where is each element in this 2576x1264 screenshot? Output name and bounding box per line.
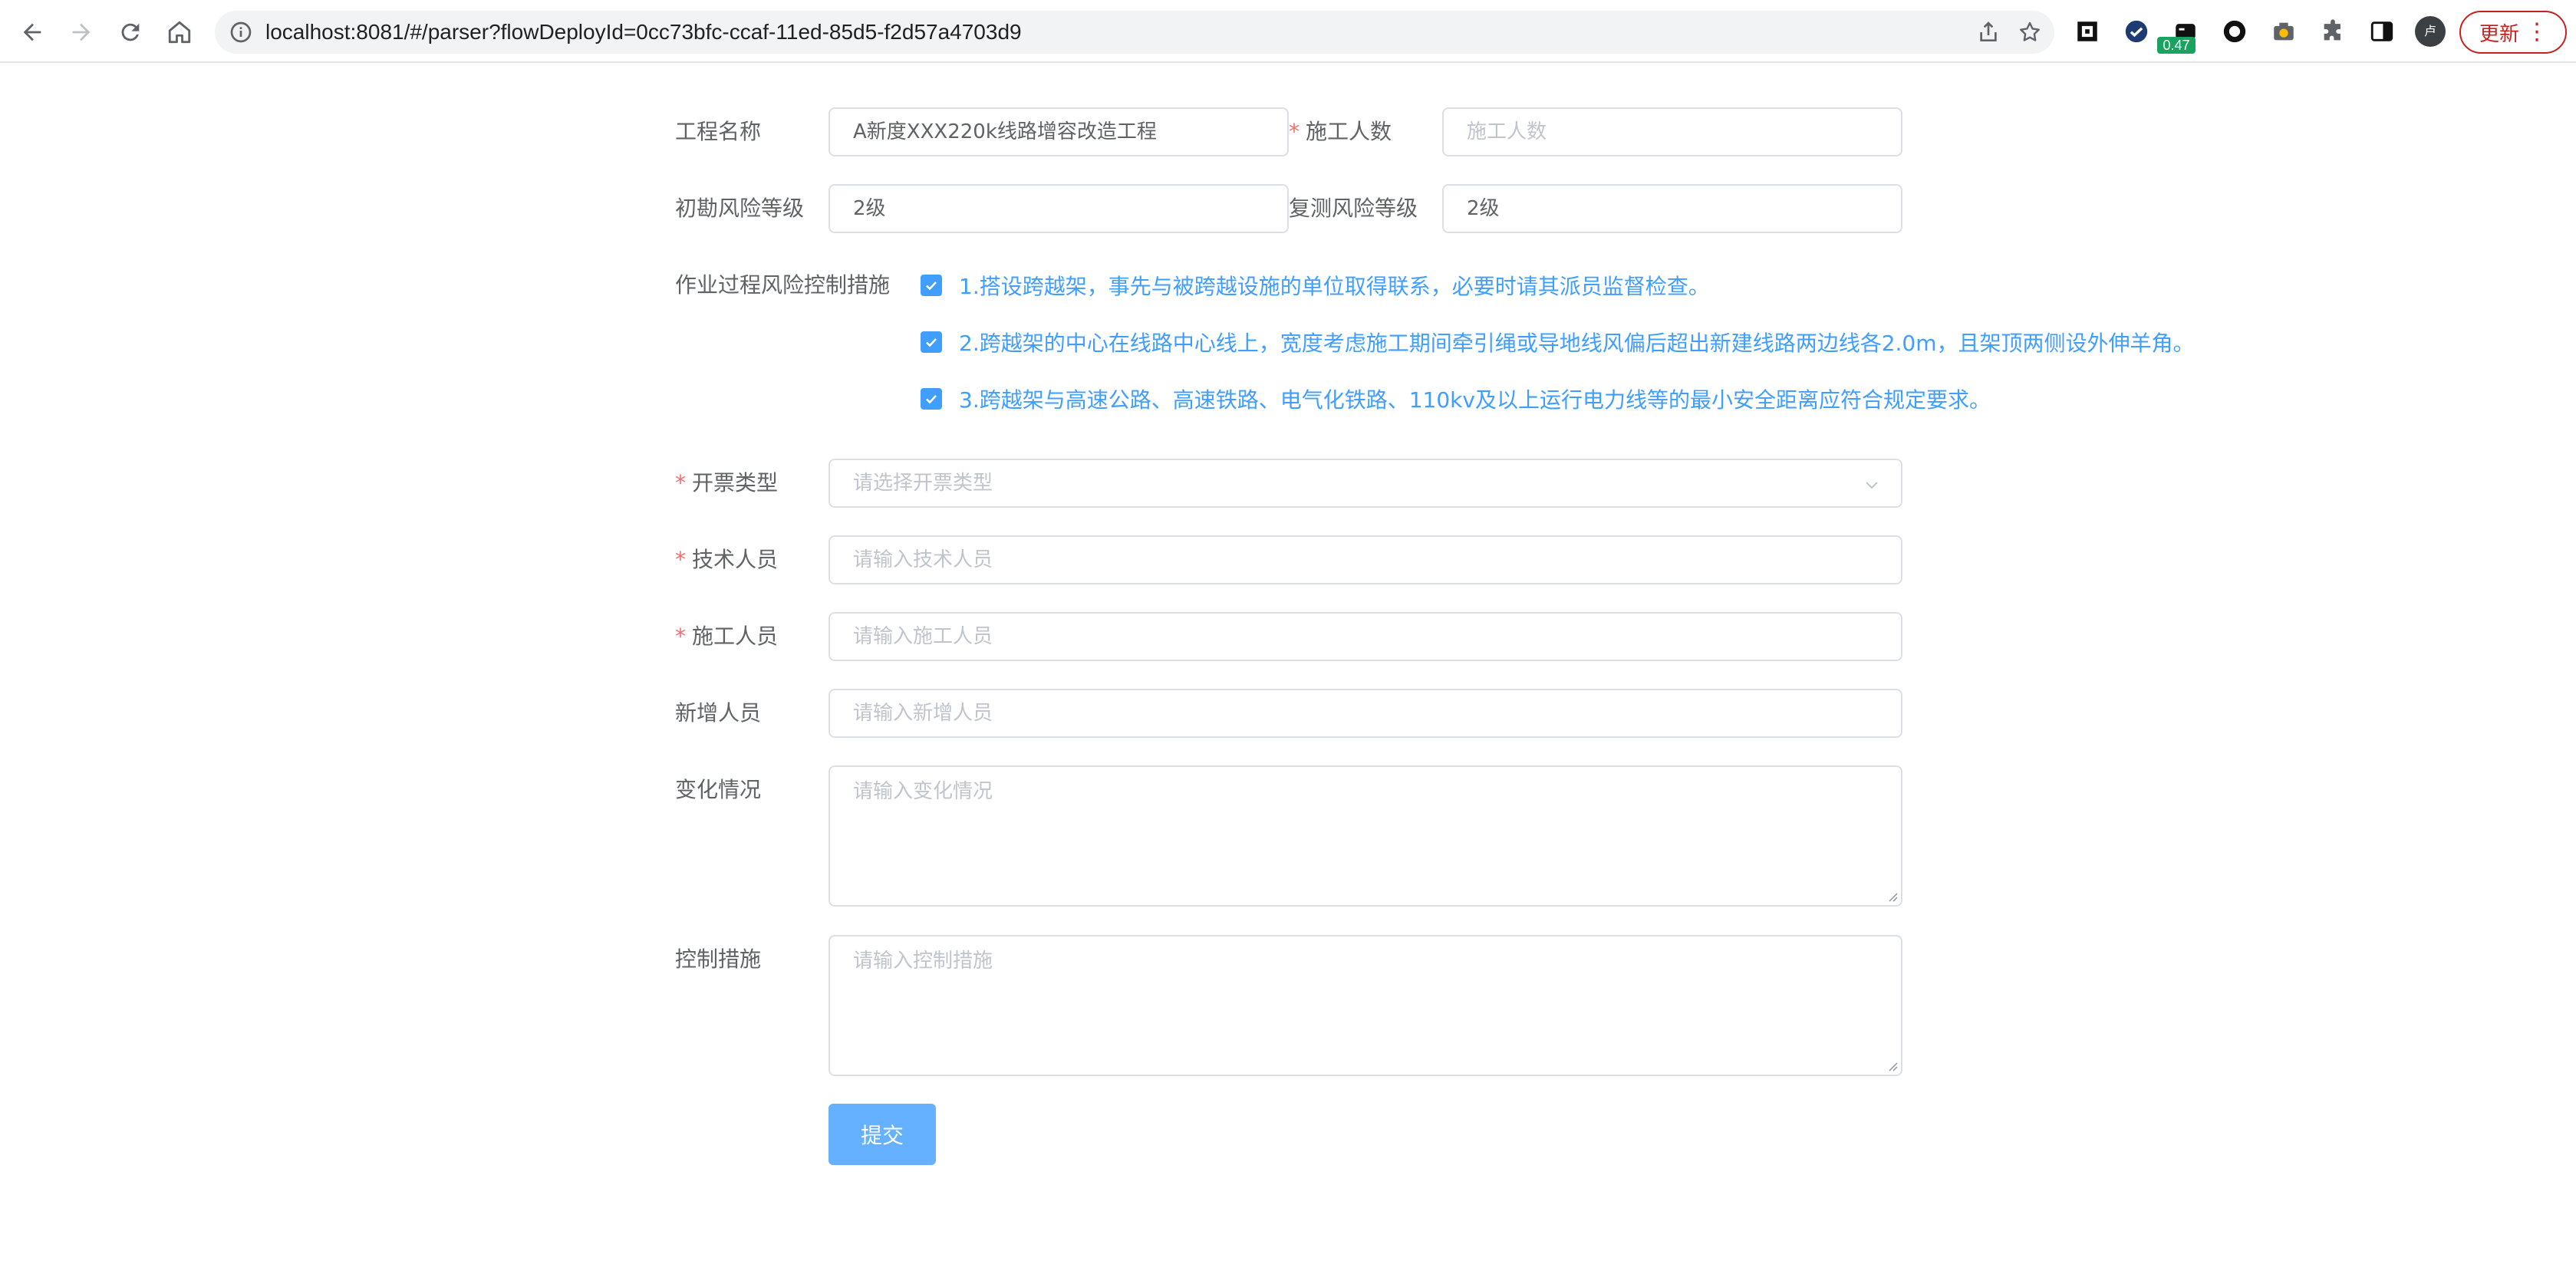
construction-staff-label-text: 施工人员 (692, 624, 779, 649)
project-name-input[interactable]: A新度XXX220k线路增容改造工程 (828, 107, 1289, 156)
chevron-down-icon (1866, 482, 1878, 489)
required-asterisk: * (675, 547, 686, 572)
risk-measure-item[interactable]: 1.搭设跨越架，事先与被跨越设施的单位取得联系，必要时请其派员监督检查。 (921, 270, 1710, 301)
checkmark-icon (926, 338, 937, 347)
ticket-type-label-text: 开票类型 (692, 470, 779, 495)
control-measures-placeholder: 请输入控制措施 (853, 950, 993, 973)
checkbox-checked[interactable] (921, 388, 942, 410)
qr-code-icon (2077, 21, 2097, 41)
control-measures-label: 控制措施 (675, 946, 762, 972)
side-panel-icon (2370, 21, 2393, 41)
url-host: localhost (265, 20, 351, 44)
extensions-button[interactable] (2318, 17, 2347, 46)
reload-icon (121, 23, 140, 41)
tech-staff-label: * 技术人员 (675, 535, 778, 584)
tech-staff-input[interactable]: 请输入技术人员 (828, 535, 1902, 584)
ticket-type-placeholder: 请选择开票类型 (853, 472, 993, 495)
home-icon (168, 21, 191, 44)
profile-avatar[interactable]: 卢 (2415, 16, 2446, 47)
record-circle-icon (2223, 20, 2246, 43)
worker-count-input[interactable]: 施工人数 (1442, 107, 1902, 156)
construction-staff-label: * 施工人员 (675, 612, 778, 661)
share-icon[interactable] (1976, 20, 2001, 44)
home-button[interactable] (161, 14, 198, 51)
bookmark-star-icon[interactable] (2018, 20, 2042, 44)
qr-extension-icon[interactable] (2073, 17, 2102, 46)
more-vert-icon: ⋮ (2525, 18, 2548, 45)
resize-handle-icon[interactable] (1886, 890, 1898, 902)
construction-staff-input[interactable]: 请输入施工人员 (828, 612, 1902, 661)
risk-measure-text[interactable]: 2.跨越架的中心在线路中心线上，宽度考虑施工期间牵引绳或导地线风偏后超出新建线路… (959, 327, 2195, 357)
url-text[interactable]: localhost:8081/#/parser?flowDeployId=0cc… (265, 11, 1022, 54)
checkbox-checked[interactable] (921, 275, 942, 296)
update-button[interactable]: 更新 ⋮ (2459, 11, 2567, 54)
changes-label: 变化情况 (675, 777, 762, 802)
checkbox-checked[interactable] (921, 331, 942, 353)
record-extension-icon[interactable] (2220, 17, 2249, 46)
required-asterisk: * (675, 624, 686, 649)
camera-extension-icon[interactable] (2269, 17, 2298, 46)
check-circle-icon (2125, 20, 2148, 43)
reload-button[interactable] (112, 14, 149, 51)
ticket-type-select[interactable]: 请选择开票类型 (828, 459, 1902, 508)
worker-count-label-text: 施工人数 (1306, 119, 1392, 144)
changes-textarea[interactable]: 请输入变化情况 (828, 765, 1902, 907)
submit-button[interactable]: 提交 (828, 1104, 936, 1165)
risk-measure-item[interactable]: 2.跨越架的中心在线路中心线上，宽度考虑施工期间牵引绳或导地线风偏后超出新建线路… (921, 327, 2195, 357)
risk-measure-text[interactable]: 3.跨越架与高速公路、高速铁路、电气化铁路、110kv及以上运行电力线等的最小安… (959, 383, 1991, 414)
puzzle-icon (2324, 19, 2340, 41)
browser-toolbar: localhost:8081/#/parser?flowDeployId=0cc… (0, 0, 2576, 63)
initial-risk-label: 初勘风险等级 (675, 196, 805, 221)
changes-placeholder: 请输入变化情况 (853, 780, 993, 803)
control-measures-textarea[interactable]: 请输入控制措施 (828, 935, 1902, 1076)
checkmark-icon (926, 395, 937, 404)
risk-measure-text[interactable]: 1.搭设跨越架，事先与被跨越设施的单位取得联系，必要时请其派员监督检查。 (959, 270, 1710, 301)
risk-measures-label: 作业过程风险控制措施 (675, 272, 891, 298)
tech-staff-label-text: 技术人员 (692, 547, 779, 572)
camera-icon (2274, 22, 2294, 41)
resize-handle-icon[interactable] (1886, 1059, 1898, 1071)
initial-risk-input[interactable]: 2级 (828, 184, 1289, 233)
check-extension-icon[interactable] (2122, 17, 2151, 46)
risk-measure-item[interactable]: 3.跨越架与高速公路、高速铁路、电气化铁路、110kv及以上运行电力线等的最小安… (921, 383, 1991, 414)
project-name-label: 工程名称 (675, 119, 762, 144)
arrow-right-icon (72, 23, 91, 41)
url-path: :8081/#/parser?flowDeployId=0cc73bfc-cca… (350, 20, 1022, 44)
new-staff-label: 新增人员 (675, 700, 762, 726)
new-staff-input[interactable]: 请输入新增人员 (828, 689, 1902, 738)
checkmark-icon (926, 281, 937, 291)
required-asterisk: * (675, 470, 686, 495)
retest-risk-label: 复测风险等级 (1289, 196, 1418, 221)
ticket-type-label: * 开票类型 (675, 459, 778, 508)
update-label: 更新 (2479, 22, 2519, 46)
info-icon[interactable] (229, 20, 253, 44)
worker-count-label: * 施工人数 (1289, 107, 1392, 156)
forward-button[interactable] (63, 14, 100, 51)
side-panel-button[interactable] (2367, 17, 2396, 46)
required-asterisk: * (1289, 119, 1300, 144)
extension-badge: 0.47 (2157, 37, 2196, 54)
retest-risk-input[interactable]: 2级 (1442, 184, 1902, 233)
back-button[interactable] (14, 14, 51, 51)
arrow-left-icon (23, 23, 41, 41)
address-bar[interactable]: localhost:8081/#/parser?flowDeployId=0cc… (215, 11, 2054, 54)
